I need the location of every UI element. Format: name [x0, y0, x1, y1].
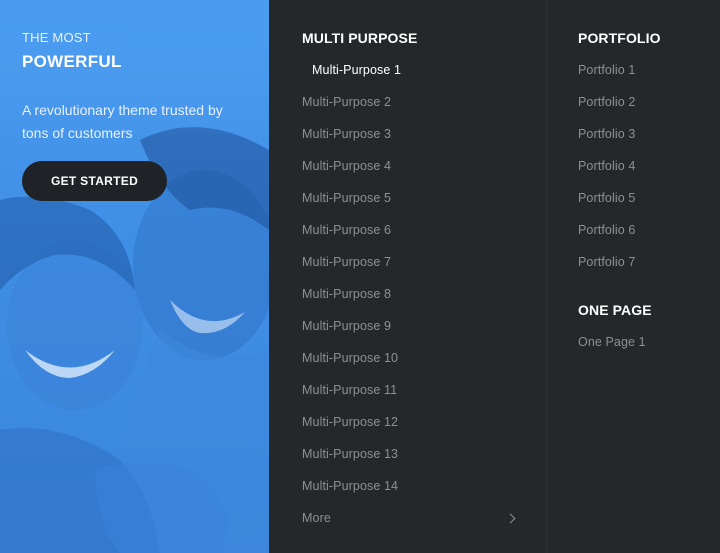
promo-eyebrow: THE MOST — [22, 30, 91, 45]
chevron-right-icon[interactable] — [505, 513, 516, 524]
menu-link-multi-purpose-13[interactable]: Multi-Purpose 13 — [302, 447, 398, 461]
menu-link-portfolio-3[interactable]: Portfolio 3 — [578, 127, 635, 141]
promo-headline: POWERFUL — [22, 52, 122, 71]
menu-link-portfolio-2[interactable]: Portfolio 2 — [578, 95, 635, 109]
menu-link-multi-purpose-6[interactable]: Multi-Purpose 6 — [302, 223, 391, 237]
menu-link-portfolio-7[interactable]: Portfolio 7 — [578, 255, 635, 269]
promo-panel: THE MOST POWERFUL A revolutionary theme … — [0, 0, 269, 553]
couple-photo — [0, 0, 269, 553]
menu-link-multi-purpose-5[interactable]: Multi-Purpose 5 — [302, 191, 391, 205]
portfolio-heading: PORTFOLIO — [578, 30, 661, 46]
menu-link-portfolio-5[interactable]: Portfolio 5 — [578, 191, 635, 205]
menu-link-multi-purpose-8[interactable]: Multi-Purpose 8 — [302, 287, 391, 301]
menu-link-one-page-1[interactable]: One Page 1 — [578, 335, 646, 349]
menu-link-multi-purpose-4[interactable]: Multi-Purpose 4 — [302, 159, 391, 173]
menu-link-portfolio-6[interactable]: Portfolio 6 — [578, 223, 635, 237]
menu-link-portfolio-1[interactable]: Portfolio 1 — [578, 63, 635, 77]
one-page-heading: ONE PAGE — [578, 302, 652, 318]
menu-link-multi-purpose-11[interactable]: Multi-Purpose 11 — [302, 383, 397, 397]
multi-purpose-column: MULTI PURPOSE Multi-Purpose 1 Multi-Purp… — [269, 0, 547, 553]
promo-description: A revolutionary theme trusted by tons of… — [22, 102, 223, 141]
menu-link-multi-purpose-9[interactable]: Multi-Purpose 9 — [302, 319, 391, 333]
menu-link-multi-purpose-2[interactable]: Multi-Purpose 2 — [302, 95, 391, 109]
menu-link-multi-purpose-7[interactable]: Multi-Purpose 7 — [302, 255, 391, 269]
menu-link-multi-purpose-14[interactable]: Multi-Purpose 14 — [302, 479, 398, 493]
menu-link-multi-purpose-12[interactable]: Multi-Purpose 12 — [302, 415, 398, 429]
menu-link-multi-purpose-3[interactable]: Multi-Purpose 3 — [302, 127, 391, 141]
portfolio-column: PORTFOLIO Portfolio 1 Portfolio 2 Portfo… — [547, 0, 720, 553]
menu-link-portfolio-4[interactable]: Portfolio 4 — [578, 159, 635, 173]
get-started-button[interactable]: GET STARTED — [22, 161, 167, 201]
menu-link-multi-purpose-1[interactable]: Multi-Purpose 1 — [312, 63, 401, 77]
menu-link-multi-purpose-10[interactable]: Multi-Purpose 10 — [302, 351, 398, 365]
multi-purpose-heading: MULTI PURPOSE — [302, 30, 418, 46]
more-link[interactable]: More — [302, 511, 331, 525]
mega-menu: THE MOST POWERFUL A revolutionary theme … — [0, 0, 720, 553]
